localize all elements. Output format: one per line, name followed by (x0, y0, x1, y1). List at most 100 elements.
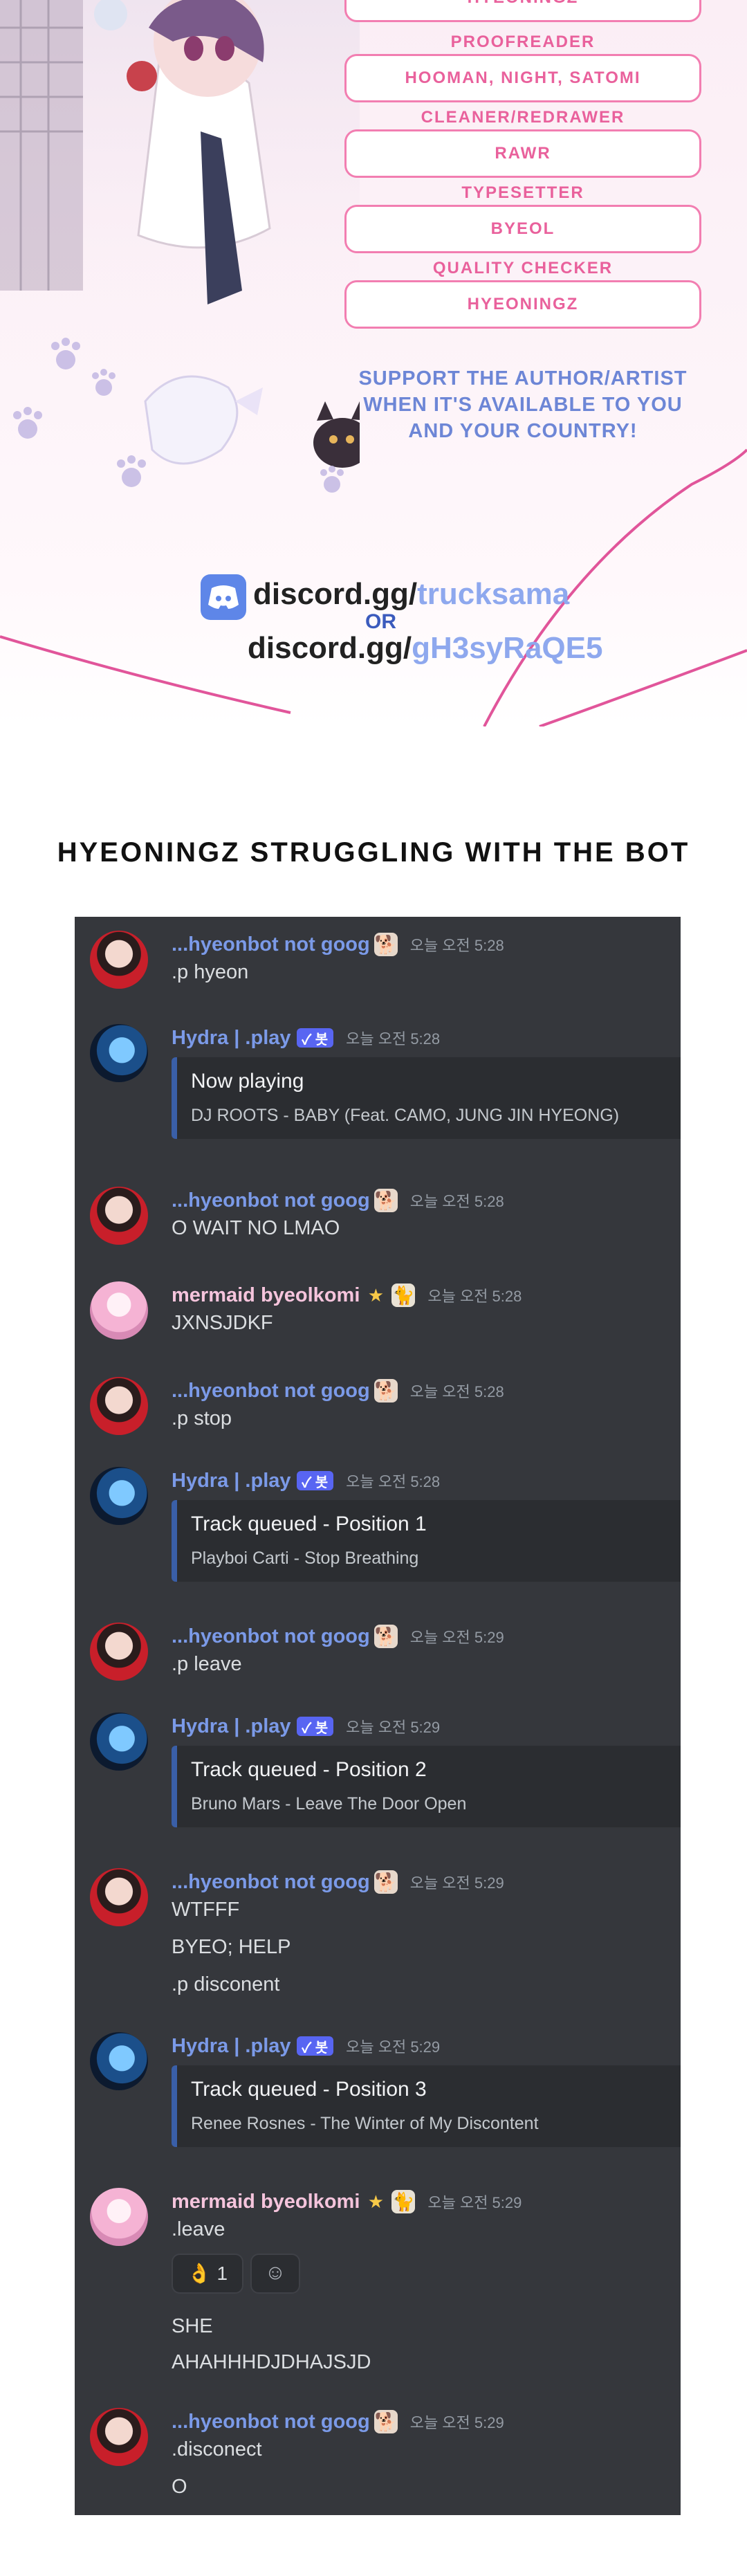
embed-subtitle: Renee Rosnes - The Winter of My Disconte… (191, 2114, 539, 2133)
message-header: ...hyeonbot not goog 🐕 오늘 오전 5:28 (172, 931, 504, 958)
embed-title: Track queued - Position 2 (191, 1758, 427, 1781)
message-text: JXNSJDKF (172, 1312, 273, 1334)
avatar[interactable] (90, 1467, 148, 1525)
message-text: O WAIT NO LMAO (172, 1217, 340, 1239)
link-prefix: discord.gg/ (248, 631, 412, 665)
avatar[interactable] (90, 2188, 148, 2246)
dog-emoji-icon: 🐕 (374, 2410, 398, 2433)
bot-badge: ✓ 봇 (296, 2036, 334, 2056)
timestamp: 오늘 오전 5:29 (409, 1874, 504, 1892)
dog-emoji-icon: 🐕 (374, 1870, 398, 1894)
discord-link-1[interactable]: discord.gg/trucksama (253, 577, 569, 612)
message-header: mermaid byeolkomi ★ 🐈 오늘 오전 5:29 (172, 2188, 522, 2216)
embed: Track queued - Position 3 Renee Rosnes -… (172, 2065, 681, 2147)
credit-proofreader: PROOFREADER HOOMAN, NIGHT, SATOMI (344, 32, 701, 102)
avatar[interactable] (90, 1712, 148, 1771)
message-header: ...hyeonbot not goog 🐕 오늘 오전 5:29 (172, 1623, 504, 1650)
message-header: Hydra | .play ✓ 봇 오늘 오전 5:29 (172, 2032, 440, 2060)
timestamp: 오늘 오전 5:28 (409, 1383, 504, 1400)
embed: Track queued - Position 2 Bruno Mars - L… (172, 1746, 681, 1827)
star-emoji-icon: ★ (367, 2191, 385, 2212)
embed-title: Now playing (191, 1070, 304, 1093)
dog-emoji-icon: 🐕 (374, 933, 398, 956)
dog-emoji-icon: 🐕 (374, 1625, 398, 1648)
link-code: gH3syRaQE5 (412, 631, 603, 665)
username[interactable]: mermaid byeolkomi (172, 2191, 360, 2213)
username[interactable]: ...hyeonbot not goog (172, 1380, 370, 1403)
username[interactable]: mermaid byeolkomi (172, 1284, 360, 1307)
credit-value: HYEONINGZ (344, 280, 701, 329)
star-emoji-icon: ★ (367, 1285, 385, 1306)
avatar[interactable] (90, 2408, 148, 2466)
timestamp: 오늘 오전 5:29 (346, 1719, 441, 1736)
message-text: .p hyeon (172, 961, 249, 983)
embed-subtitle: DJ ROOTS - BABY (Feat. CAMO, JUNG JIN HY… (191, 1106, 620, 1125)
embed: Track queued - Position 1 Playboi Carti … (172, 1500, 681, 1582)
discord-links: discord.gg/trucksama OR discord.gg/gH3sy… (191, 567, 602, 678)
reaction-ok-hand[interactable]: 👌 1 (172, 2254, 243, 2294)
page-title: HYEONINGZ STRUGGLING WITH THE BOT (57, 837, 690, 868)
credit-role: CLEANER/REDRAWER (421, 108, 625, 127)
credit-value: RAWR (344, 129, 701, 178)
username[interactable]: ...hyeonbot not goog (172, 1189, 370, 1212)
dog-emoji-icon: 🐕 (374, 1189, 398, 1212)
timestamp: 오늘 오전 5:28 (409, 937, 504, 954)
username[interactable]: ...hyeonbot not goog (172, 2411, 370, 2433)
username[interactable]: Hydra | .play (172, 2035, 291, 2058)
dog-emoji-icon: 🐕 (374, 1379, 398, 1403)
message-text: SHE (172, 2315, 213, 2337)
username[interactable]: Hydra | .play (172, 1027, 291, 1050)
embed-title: Track queued - Position 3 (191, 2078, 427, 2101)
message-text: AHAHHHDJDHAJSJD (172, 2351, 371, 2373)
credit-quality-checker: QUALITY CHECKER HYEONINGZ (344, 258, 701, 329)
message-header: ...hyeonbot not goog 🐕 오늘 오전 5:29 (172, 1868, 504, 1896)
message-text: .p leave (172, 1653, 242, 1675)
avatar[interactable] (90, 1281, 148, 1340)
timestamp: 오늘 오전 5:28 (346, 1030, 441, 1048)
embed: Now playing DJ ROOTS - BABY (Feat. CAMO,… (172, 1057, 681, 1139)
timestamp: 오늘 오전 5:29 (409, 1629, 504, 1646)
avatar[interactable] (90, 1024, 148, 1082)
message-header: Hydra | .play ✓ 봇 오늘 오전 5:29 (172, 1712, 440, 1740)
embed-subtitle: Bruno Mars - Leave The Door Open (191, 1794, 467, 1814)
cat-emoji-icon: 🐈 (391, 1284, 416, 1307)
bot-badge: ✓ 봇 (296, 1028, 334, 1048)
credit-typesetter: TYPESETTER BYEOL (344, 183, 701, 253)
bot-badge: ✓ 봇 (296, 1471, 334, 1490)
username[interactable]: ...hyeonbot not goog (172, 1625, 370, 1648)
username[interactable]: Hydra | .play (172, 1715, 291, 1738)
message-text: .p stop (172, 1407, 232, 1429)
username[interactable]: ...hyeonbot not goog (172, 1871, 370, 1894)
message-text: WTFFF (172, 1899, 240, 1921)
add-reaction-icon[interactable]: ☺ (250, 2254, 300, 2294)
credit-value: HYEONINGZ (344, 0, 701, 22)
credit-partial: HYEONINGZ (344, 0, 701, 22)
link-code: trucksama (417, 577, 570, 611)
avatar[interactable] (90, 1187, 148, 1245)
avatar[interactable] (90, 1623, 148, 1681)
avatar[interactable] (90, 931, 148, 989)
timestamp: 오늘 오전 5:28 (427, 1288, 522, 1305)
link-prefix: discord.gg/ (253, 577, 418, 611)
message-text: O (172, 2476, 187, 2498)
avatar[interactable] (90, 2032, 148, 2090)
username[interactable]: Hydra | .play (172, 1470, 291, 1492)
avatar[interactable] (90, 1377, 148, 1435)
message-text: .p disconent (172, 1973, 280, 1995)
timestamp: 오늘 오전 5:29 (346, 2038, 441, 2056)
username[interactable]: ...hyeonbot not goog (172, 933, 370, 956)
message-header: Hydra | .play ✓ 봇 오늘 오전 5:28 (172, 1024, 440, 1052)
credit-role: QUALITY CHECKER (432, 259, 614, 277)
credit-role: PROOFREADER (450, 33, 596, 51)
cat-emoji-icon: 🐈 (391, 2190, 416, 2213)
avatar[interactable] (90, 1868, 148, 1926)
credits-banner: HYEONINGZ PROOFREADER HOOMAN, NIGHT, SAT… (0, 0, 747, 727)
credit-role: TYPESETTER (461, 183, 584, 202)
discord-chat: ...hyeonbot not goog 🐕 오늘 오전 5:28 .p hye… (75, 917, 681, 2515)
discord-link-2[interactable]: discord.gg/gH3syRaQE5 (248, 631, 602, 666)
embed-title: Track queued - Position 1 (191, 1513, 427, 1535)
credit-value: HOOMAN, NIGHT, SATOMI (344, 54, 701, 102)
timestamp: 오늘 오전 5:29 (409, 2414, 504, 2431)
bot-badge: ✓ 봇 (296, 1717, 334, 1736)
message-text: .disconect (172, 2438, 262, 2460)
